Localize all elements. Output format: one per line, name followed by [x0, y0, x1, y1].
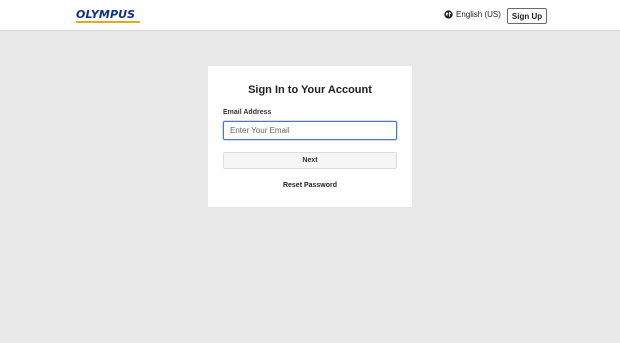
logo-underline: [76, 21, 140, 23]
reset-password-link[interactable]: Reset Password: [208, 182, 412, 189]
sign-up-button[interactable]: Sign Up: [507, 8, 547, 24]
email-field[interactable]: [223, 121, 397, 140]
page-title: Sign In to Your Account: [248, 84, 372, 96]
top-header: OLYMPUS English (US) Sign Up: [0, 0, 620, 31]
sign-in-card: Sign In to Your Account Email Address Ne…: [208, 66, 412, 207]
language-label: English (US): [456, 10, 501, 19]
globe-icon: [444, 10, 453, 19]
olympus-logo[interactable]: OLYMPUS: [76, 9, 140, 23]
next-button[interactable]: Next: [223, 152, 397, 169]
logo-wordmark: OLYMPUS: [76, 8, 136, 21]
language-selector[interactable]: English (US): [444, 10, 514, 19]
email-label: Email Address: [223, 109, 272, 116]
